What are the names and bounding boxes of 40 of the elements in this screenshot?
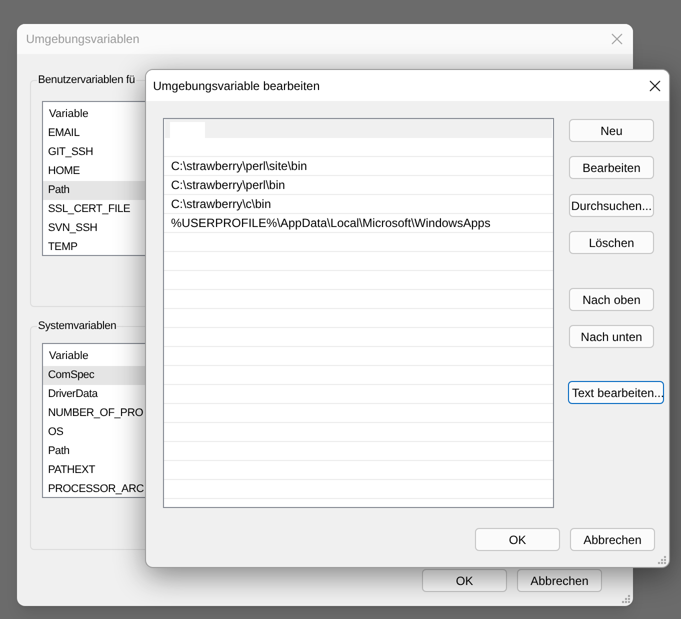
side-button[interactable]: Bearbeiten xyxy=(569,156,654,179)
group-label: Systemvariablen xyxy=(37,319,118,334)
variable-list[interactable]: Variable EMAIL GIT_SSH HOME Path SSL_CERT_FILE SVN_SSH TEMP xyxy=(42,101,145,256)
list-item[interactable]: NUMBER_OF_PRO xyxy=(43,404,145,423)
list-item[interactable]: PATHEXT xyxy=(43,461,145,480)
path-entry[interactable]: C:\strawberry\perl\site\bin xyxy=(164,157,553,176)
side-button[interactable]: Text bearbeiten... xyxy=(568,381,664,404)
list-item[interactable]: TEMP xyxy=(43,238,145,255)
side-button[interactable]: Nach oben xyxy=(569,288,654,311)
side-button[interactable]: Neu xyxy=(569,119,654,142)
list-item[interactable]: Path xyxy=(43,442,145,461)
resize-grip-icon[interactable] xyxy=(622,595,630,603)
list-item[interactable]: SSL_CERT_FILE xyxy=(43,200,145,219)
variable-list[interactable]: Variable ComSpec DriverData NUMBER_OF_PRO OS Path PATHEXT PROCESSOR_ARC xyxy=(42,343,145,498)
path-entry[interactable]: C:\strawberry\c\bin xyxy=(164,195,553,214)
list-item[interactable]: HOME xyxy=(43,162,145,181)
list-item[interactable]: DriverData xyxy=(43,385,145,404)
list-item[interactable]: GIT_SSH xyxy=(43,143,145,162)
resize-grip-icon[interactable] xyxy=(658,556,666,564)
column-header[interactable]: Variable xyxy=(43,102,145,124)
window-title: Umgebungsvariable bearbeiten xyxy=(153,78,320,94)
dialog-button[interactable]: Abbrechen xyxy=(517,569,602,592)
column-header[interactable]: Variable xyxy=(43,344,145,366)
dialog-button[interactable]: OK xyxy=(475,528,560,551)
side-button[interactable]: Löschen xyxy=(569,231,654,254)
path-list[interactable]: C:\strawberry\perl\site\bin C:\strawberry\perl\bin C:\strawberry\c\bin %USERPROFILE%\AppData\Local\Microsoft\WindowsApps xyxy=(163,118,554,508)
dialog-button[interactable]: OK xyxy=(422,569,507,592)
list-item[interactable]: EMAIL xyxy=(43,124,145,143)
list-item[interactable]: PROCESSOR_ARC xyxy=(43,480,145,497)
window-title: Umgebungsvariablen xyxy=(26,31,140,48)
close-icon[interactable] xyxy=(649,80,661,92)
list-item[interactable]: OS xyxy=(43,423,145,442)
side-button[interactable]: Durchsuchen... xyxy=(569,194,654,217)
list-item[interactable]: ComSpec xyxy=(43,366,145,385)
path-entry[interactable]: %USERPROFILE%\AppData\Local\Microsoft\WindowsApps xyxy=(164,214,553,233)
side-button[interactable]: Nach unten xyxy=(569,325,654,348)
list-item[interactable]: Path xyxy=(43,181,145,200)
path-entry[interactable]: C:\strawberry\perl\bin xyxy=(164,176,553,195)
dialog-button[interactable]: Abbrechen xyxy=(570,528,655,551)
list-item[interactable]: SVN_SSH xyxy=(43,219,145,238)
